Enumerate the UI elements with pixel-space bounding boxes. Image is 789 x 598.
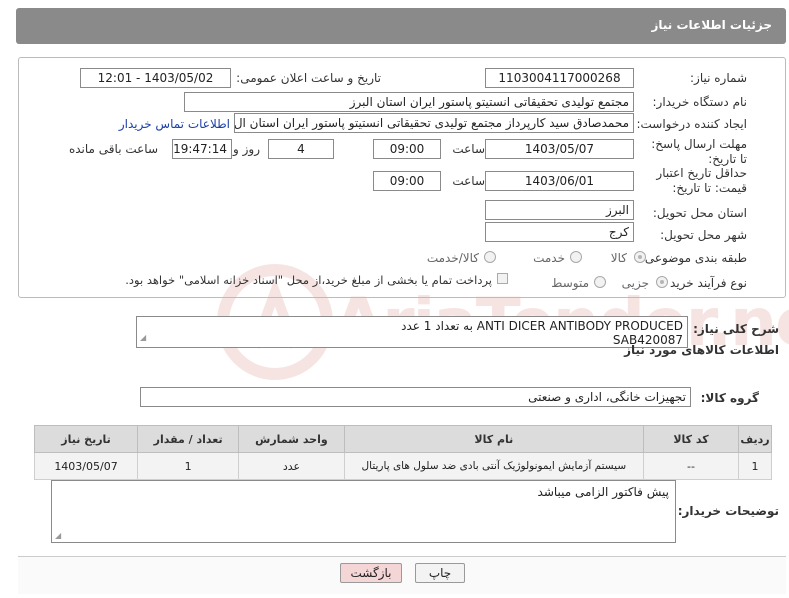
col-name: نام کالا xyxy=(343,425,645,453)
items-table: ردیف کد کالا نام کالا واحد شمارش تعداد /… xyxy=(33,425,772,480)
payment-checkbox[interactable] xyxy=(497,273,508,284)
cell-date: 1403/05/07 xyxy=(33,452,139,480)
col-date: تاریخ نیاز xyxy=(33,425,139,453)
process-minor-radio[interactable] xyxy=(656,276,668,288)
need-number-field: 1103004117000268 xyxy=(485,68,634,88)
reply-time-label: ساعت xyxy=(452,142,485,156)
back-button[interactable]: بازگشت xyxy=(340,563,402,583)
description-line2: SAB420087 xyxy=(612,333,683,347)
announce-field: 1403/05/02 - 12:01 xyxy=(80,68,231,88)
description-line1: ANTI DICER ANTIBODY PRODUCED به تعداد 1 … xyxy=(401,319,683,333)
col-row: ردیف xyxy=(738,425,772,453)
buyer-org-label: نام دستگاه خریدار: xyxy=(652,95,748,109)
description-field: ANTI DICER ANTIBODY PRODUCED به تعداد 1 … xyxy=(136,316,688,348)
cell-qty: 1 xyxy=(137,452,240,480)
payment-note: پرداخت تمام یا بخشی از مبلغ خرید،از محل … xyxy=(125,273,492,287)
category-goods-radio[interactable] xyxy=(634,251,646,263)
contact-buyer-link[interactable]: اطلاعات تماس خریدار xyxy=(119,116,230,132)
category-label: طبقه بندی موضوعی: xyxy=(640,251,747,265)
page-title: جزئیات اطلاعات نیاز xyxy=(651,18,772,32)
province-label: استان محل تحویل: xyxy=(652,206,747,220)
col-qty: تعداد / مقدار xyxy=(137,425,240,453)
cell-code: -- xyxy=(643,452,740,480)
process-medium-radio[interactable] xyxy=(594,276,606,288)
need-number-label: شماره نیاز: xyxy=(690,71,747,85)
buyer-notes-field: پیش فاکتور الزامی میباشد ◢ xyxy=(51,480,676,543)
day-label: روز و xyxy=(233,142,260,156)
print-button[interactable]: چاپ xyxy=(415,563,465,583)
cell-unit: عدد xyxy=(238,452,345,480)
buyer-notes-text: پیش فاکتور الزامی میباشد xyxy=(537,485,669,499)
category-both-radio[interactable] xyxy=(484,251,496,263)
category-service-label: خدمت xyxy=(533,251,565,265)
description-label: شرح کلی نیاز: xyxy=(693,322,779,336)
col-unit: واحد شمارش xyxy=(238,425,345,453)
buyer-notes-label: توضیحات خریدار: xyxy=(677,504,779,518)
goods-group-label: گروه کالا: xyxy=(700,391,759,405)
category-service-radio[interactable] xyxy=(570,251,582,263)
remaining-label: ساعت باقی مانده xyxy=(68,142,158,156)
goods-section-title: اطلاعات کالاهای مورد نیاز xyxy=(624,343,779,357)
announce-label: تاریخ و ساعت اعلان عمومی: xyxy=(236,71,381,85)
validity-time-field: 09:00 xyxy=(373,171,441,191)
buyer-org-field: مجتمع تولیدی تحقیقاتی انستیتو پاستور ایر… xyxy=(184,92,634,112)
cell-name: سیستم آزمایش ایمونولوژیک آنتی بادی ضد سل… xyxy=(343,452,645,480)
price-validity-label: حداقل تاریخ اعتبار قیمت: تا تاریخ: xyxy=(656,166,747,195)
city-field: کرج xyxy=(485,222,634,242)
creator-field: محمدصادق سید کارپرداز مجتمع تولیدی تحقیق… xyxy=(234,113,634,133)
goods-group-field: تجهیزات خانگی، اداری و صنعتی xyxy=(140,387,691,407)
table-header-row: ردیف کد کالا نام کالا واحد شمارش تعداد /… xyxy=(33,425,772,453)
page-header: جزئیات اطلاعات نیاز xyxy=(16,8,786,44)
button-bar xyxy=(18,556,786,594)
table-row: 1 -- سیستم آزمایش ایمونولوژیک آنتی بادی … xyxy=(33,452,772,480)
reply-date-field: 1403/05/07 xyxy=(485,139,634,159)
category-goods-label: کالا xyxy=(610,251,627,265)
cell-row: 1 xyxy=(738,452,772,480)
process-label: نوع فرآیند خرید : xyxy=(662,276,747,290)
days-field: 4 xyxy=(268,139,334,159)
validity-date-field: 1403/06/01 xyxy=(485,171,634,191)
reply-time-field: 09:00 xyxy=(373,139,441,159)
resize-grip-icon: ◢ xyxy=(140,333,147,342)
notes-resize-grip-icon: ◢ xyxy=(55,531,62,540)
category-both-label: کالا/خدمت xyxy=(426,251,479,265)
validity-time-label: ساعت xyxy=(452,174,485,188)
col-code: کد کالا xyxy=(643,425,740,453)
remaining-time-field: 19:47:14 xyxy=(172,139,232,159)
creator-label: ایجاد کننده درخواست: xyxy=(636,117,747,131)
reply-deadline-label: مهلت ارسال پاسخ: تا تاریخ: xyxy=(651,137,747,166)
process-medium-label: متوسط xyxy=(551,276,589,290)
process-minor-label: جزیی xyxy=(621,276,649,290)
city-label: شهر محل تحویل: xyxy=(660,228,747,242)
province-field: البرز xyxy=(485,200,634,220)
